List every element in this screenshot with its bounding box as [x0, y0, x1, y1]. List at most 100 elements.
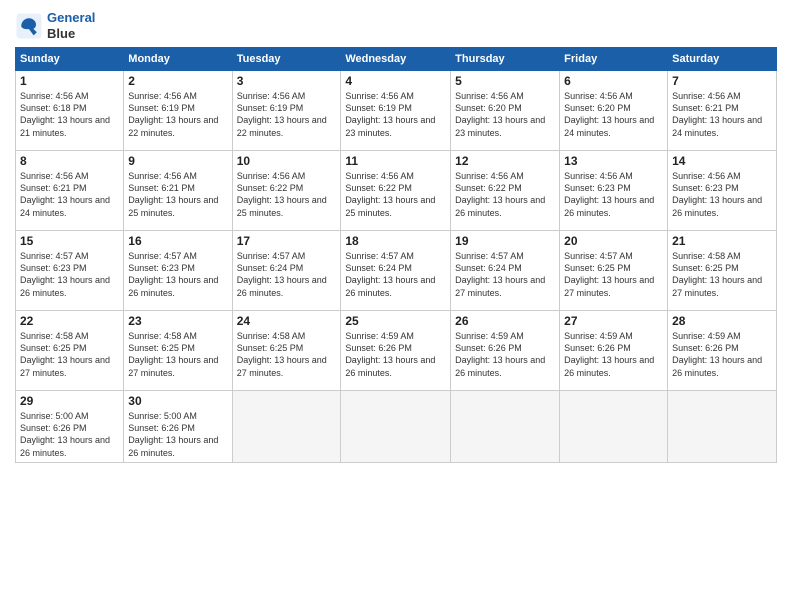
day-cell: 16Sunrise: 4:57 AMSunset: 6:23 PMDayligh…	[124, 231, 232, 311]
day-info: Sunrise: 4:57 AMSunset: 6:24 PMDaylight:…	[345, 250, 446, 299]
day-number: 7	[672, 74, 772, 88]
day-cell: 27Sunrise: 4:59 AMSunset: 6:26 PMDayligh…	[560, 311, 668, 391]
day-cell: 23Sunrise: 4:58 AMSunset: 6:25 PMDayligh…	[124, 311, 232, 391]
day-info: Sunrise: 4:56 AMSunset: 6:22 PMDaylight:…	[455, 170, 555, 219]
day-cell: 18 Sunrise: 4:57 AMSunset: 6:24 PMDayligh…	[341, 231, 451, 311]
day-info: Sunrise: 4:56 AMSunset: 6:22 PMDaylight:…	[345, 170, 446, 219]
day-info: Sunrise: 4:56 AMSunset: 6:23 PMDaylight:…	[564, 170, 663, 219]
day-info: Sunrise: 4:56 AMSunset: 6:22 PMDaylight:…	[237, 170, 337, 219]
header-row-days: SundayMondayTuesdayWednesdayThursdayFrid…	[16, 48, 777, 71]
day-cell: 17 Sunrise: 4:57 AMSunset: 6:24 PMDayligh…	[232, 231, 341, 311]
day-cell: 4 Sunrise: 4:56 AMSunset: 6:19 PMDaylight…	[341, 71, 451, 151]
day-number: 12	[455, 154, 555, 168]
day-info: Sunrise: 4:59 AMSunset: 6:26 PMDaylight:…	[455, 330, 555, 379]
day-number: 13	[564, 154, 663, 168]
day-cell: 21Sunrise: 4:58 AMSunset: 6:25 PMDayligh…	[668, 231, 777, 311]
day-number: 25	[345, 314, 446, 328]
day-cell	[451, 391, 560, 463]
day-number: 2	[128, 74, 227, 88]
day-number: 26	[455, 314, 555, 328]
day-cell	[560, 391, 668, 463]
week-row-1: 8 Sunrise: 4:56 AMSunset: 6:21 PMDaylight…	[16, 151, 777, 231]
day-info: Sunrise: 4:56 AMSunset: 6:19 PMDaylight:…	[237, 90, 337, 139]
day-cell: 11 Sunrise: 4:56 AMSunset: 6:22 PMDayligh…	[341, 151, 451, 231]
day-cell	[341, 391, 451, 463]
day-cell: 26 Sunrise: 4:59 AMSunset: 6:26 PMDayligh…	[451, 311, 560, 391]
day-info: Sunrise: 4:59 AMSunset: 6:26 PMDaylight:…	[345, 330, 446, 379]
day-cell: 22 Sunrise: 4:58 AMSunset: 6:25 PMDayligh…	[16, 311, 124, 391]
day-info: Sunrise: 5:00 AMSunset: 6:26 PMDaylight:…	[128, 410, 227, 459]
day-cell: 12 Sunrise: 4:56 AMSunset: 6:22 PMDayligh…	[451, 151, 560, 231]
day-number: 4	[345, 74, 446, 88]
day-number: 28	[672, 314, 772, 328]
day-info: Sunrise: 4:56 AMSunset: 6:19 PMDaylight:…	[345, 90, 446, 139]
day-cell: 3 Sunrise: 4:56 AMSunset: 6:19 PMDaylight…	[232, 71, 341, 151]
calendar-table: SundayMondayTuesdayWednesdayThursdayFrid…	[15, 47, 777, 463]
day-cell: 10 Sunrise: 4:56 AMSunset: 6:22 PMDayligh…	[232, 151, 341, 231]
day-cell: 29 Sunrise: 5:00 AMSunset: 6:26 PMDayligh…	[16, 391, 124, 463]
day-number: 1	[20, 74, 119, 88]
day-number: 30	[128, 394, 227, 408]
day-info: Sunrise: 4:59 AMSunset: 6:26 PMDaylight:…	[564, 330, 663, 379]
day-cell: 5Sunrise: 4:56 AMSunset: 6:20 PMDaylight…	[451, 71, 560, 151]
day-cell: 6 Sunrise: 4:56 AMSunset: 6:20 PMDaylight…	[560, 71, 668, 151]
day-info: Sunrise: 4:57 AMSunset: 6:24 PMDaylight:…	[237, 250, 337, 299]
day-info: Sunrise: 4:56 AMSunset: 6:21 PMDaylight:…	[20, 170, 119, 219]
day-cell	[232, 391, 341, 463]
day-number: 6	[564, 74, 663, 88]
day-number: 14	[672, 154, 772, 168]
day-number: 16	[128, 234, 227, 248]
day-cell: 20 Sunrise: 4:57 AMSunset: 6:25 PMDayligh…	[560, 231, 668, 311]
day-number: 22	[20, 314, 119, 328]
week-row-4: 29 Sunrise: 5:00 AMSunset: 6:26 PMDayligh…	[16, 391, 777, 463]
day-info: Sunrise: 4:57 AMSunset: 6:25 PMDaylight:…	[564, 250, 663, 299]
day-number: 9	[128, 154, 227, 168]
logo-text: General Blue	[47, 10, 95, 41]
day-number: 17	[237, 234, 337, 248]
day-cell: 1Sunrise: 4:56 AMSunset: 6:18 PMDaylight…	[16, 71, 124, 151]
day-info: Sunrise: 5:00 AMSunset: 6:26 PMDaylight:…	[20, 410, 119, 459]
day-number: 8	[20, 154, 119, 168]
day-info: Sunrise: 4:56 AMSunset: 6:20 PMDaylight:…	[564, 90, 663, 139]
day-info: Sunrise: 4:56 AMSunset: 6:19 PMDaylight:…	[128, 90, 227, 139]
header-monday: Monday	[124, 48, 232, 71]
day-info: Sunrise: 4:59 AMSunset: 6:26 PMDaylight:…	[672, 330, 772, 379]
week-row-2: 15Sunrise: 4:57 AMSunset: 6:23 PMDayligh…	[16, 231, 777, 311]
week-row-0: 1Sunrise: 4:56 AMSunset: 6:18 PMDaylight…	[16, 71, 777, 151]
day-number: 19	[455, 234, 555, 248]
day-info: Sunrise: 4:58 AMSunset: 6:25 PMDaylight:…	[237, 330, 337, 379]
day-info: Sunrise: 4:58 AMSunset: 6:25 PMDaylight:…	[20, 330, 119, 379]
day-info: Sunrise: 4:56 AMSunset: 6:20 PMDaylight:…	[455, 90, 555, 139]
day-cell: 13 Sunrise: 4:56 AMSunset: 6:23 PMDayligh…	[560, 151, 668, 231]
day-cell: 9 Sunrise: 4:56 AMSunset: 6:21 PMDaylight…	[124, 151, 232, 231]
day-cell: 30 Sunrise: 5:00 AMSunset: 6:26 PMDayligh…	[124, 391, 232, 463]
day-cell: 8 Sunrise: 4:56 AMSunset: 6:21 PMDaylight…	[16, 151, 124, 231]
day-cell: 15Sunrise: 4:57 AMSunset: 6:23 PMDayligh…	[16, 231, 124, 311]
day-number: 24	[237, 314, 337, 328]
day-info: Sunrise: 4:57 AMSunset: 6:23 PMDaylight:…	[20, 250, 119, 299]
day-cell: 28 Sunrise: 4:59 AMSunset: 6:26 PMDayligh…	[668, 311, 777, 391]
day-number: 3	[237, 74, 337, 88]
day-cell: 14 Sunrise: 4:56 AMSunset: 6:23 PMDayligh…	[668, 151, 777, 231]
day-info: Sunrise: 4:58 AMSunset: 6:25 PMDaylight:…	[128, 330, 227, 379]
day-number: 21	[672, 234, 772, 248]
header-saturday: Saturday	[668, 48, 777, 71]
logo-icon	[15, 12, 43, 40]
header-tuesday: Tuesday	[232, 48, 341, 71]
day-number: 10	[237, 154, 337, 168]
day-number: 29	[20, 394, 119, 408]
logo: General Blue	[15, 10, 95, 41]
day-info: Sunrise: 4:56 AMSunset: 6:23 PMDaylight:…	[672, 170, 772, 219]
day-number: 18	[345, 234, 446, 248]
header-sunday: Sunday	[16, 48, 124, 71]
header-wednesday: Wednesday	[341, 48, 451, 71]
day-cell: 7 Sunrise: 4:56 AMSunset: 6:21 PMDaylight…	[668, 71, 777, 151]
day-number: 20	[564, 234, 663, 248]
day-info: Sunrise: 4:56 AMSunset: 6:21 PMDaylight:…	[128, 170, 227, 219]
day-info: Sunrise: 4:56 AMSunset: 6:21 PMDaylight:…	[672, 90, 772, 139]
header-row: General Blue	[15, 10, 777, 41]
day-number: 11	[345, 154, 446, 168]
day-cell: 24 Sunrise: 4:58 AMSunset: 6:25 PMDayligh…	[232, 311, 341, 391]
day-info: Sunrise: 4:57 AMSunset: 6:24 PMDaylight:…	[455, 250, 555, 299]
header-friday: Friday	[560, 48, 668, 71]
